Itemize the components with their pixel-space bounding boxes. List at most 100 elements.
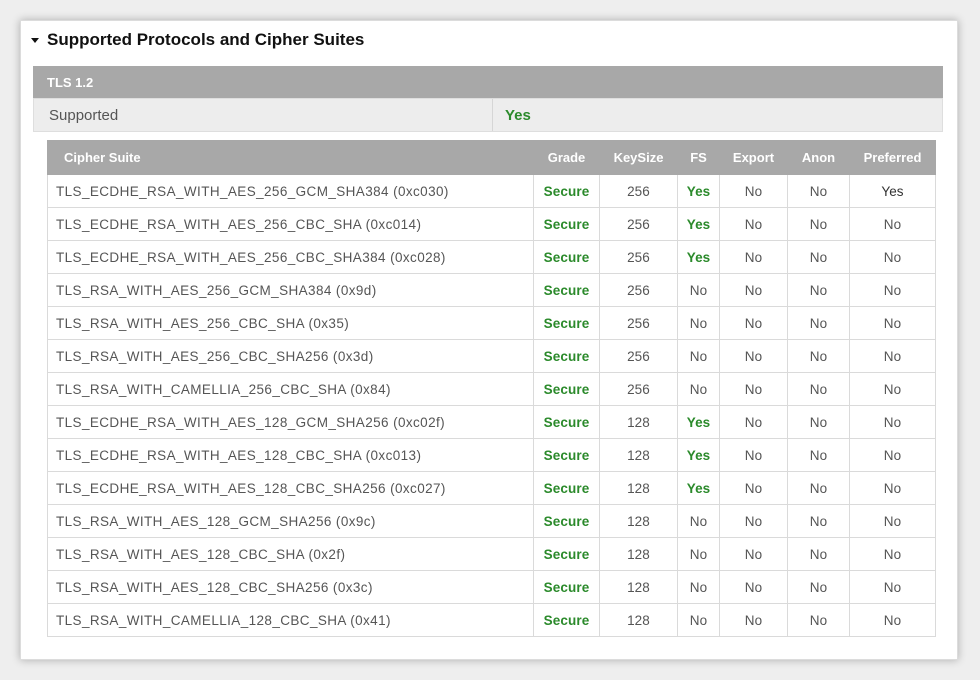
fs-cell: Yes bbox=[677, 174, 720, 208]
table-row: TLS_ECDHE_RSA_WITH_AES_128_GCM_SHA256 (0… bbox=[47, 405, 936, 439]
fs-cell: No bbox=[677, 570, 720, 604]
fs-cell: Yes bbox=[677, 438, 720, 472]
section-title: Supported Protocols and Cipher Suites bbox=[47, 30, 365, 49]
section-toggle[interactable]: Supported Protocols and Cipher Suites bbox=[31, 28, 364, 52]
grade-cell: Secure bbox=[533, 174, 600, 208]
table-row: TLS_RSA_WITH_AES_128_GCM_SHA256 (0x9c) Se… bbox=[47, 504, 936, 538]
preferred-cell: No bbox=[849, 405, 936, 439]
anon-cell: No bbox=[787, 372, 850, 406]
cipher-suite-cell: TLS_RSA_WITH_AES_256_CBC_SHA256 (0x3d) bbox=[47, 339, 534, 373]
table-row: TLS_ECDHE_RSA_WITH_AES_128_CBC_SHA256 (0… bbox=[47, 471, 936, 505]
header-preferred: Preferred bbox=[849, 140, 936, 175]
table-row: TLS_RSA_WITH_CAMELLIA_256_CBC_SHA (0x84)… bbox=[47, 372, 936, 406]
header-fs: FS bbox=[677, 140, 720, 175]
cipher-suite-cell: TLS_RSA_WITH_CAMELLIA_256_CBC_SHA (0x84) bbox=[47, 372, 534, 406]
anon-cell: No bbox=[787, 438, 850, 472]
cipher-suites-table: Cipher Suite Grade KeySize FS Export Ano… bbox=[47, 140, 936, 637]
export-cell: No bbox=[719, 471, 788, 505]
caret-down-icon[interactable] bbox=[31, 38, 39, 43]
cipher-suite-cell: TLS_RSA_WITH_AES_128_CBC_SHA256 (0x3c) bbox=[47, 570, 534, 604]
cipher-suite-cell: TLS_RSA_WITH_AES_128_GCM_SHA256 (0x9c) bbox=[47, 504, 534, 538]
export-cell: No bbox=[719, 504, 788, 538]
table-row: TLS_ECDHE_RSA_WITH_AES_256_CBC_SHA (0xc0… bbox=[47, 207, 936, 241]
fs-cell: No bbox=[677, 603, 720, 637]
keysize-cell: 256 bbox=[599, 174, 678, 208]
anon-cell: No bbox=[787, 240, 850, 274]
keysize-cell: 128 bbox=[599, 438, 678, 472]
export-cell: No bbox=[719, 603, 788, 637]
fs-cell: No bbox=[677, 372, 720, 406]
export-cell: No bbox=[719, 537, 788, 571]
export-cell: No bbox=[719, 306, 788, 340]
preferred-cell: No bbox=[849, 207, 936, 241]
header-keysize: KeySize bbox=[599, 140, 678, 175]
anon-cell: No bbox=[787, 174, 850, 208]
preferred-cell: No bbox=[849, 603, 936, 637]
anon-cell: No bbox=[787, 306, 850, 340]
header-export: Export bbox=[719, 140, 788, 175]
fs-cell: No bbox=[677, 339, 720, 373]
keysize-cell: 256 bbox=[599, 372, 678, 406]
cipher-suite-cell: TLS_ECDHE_RSA_WITH_AES_128_GCM_SHA256 (0… bbox=[47, 405, 534, 439]
table-header-row: Cipher Suite Grade KeySize FS Export Ano… bbox=[47, 140, 936, 175]
cipher-suite-cell: TLS_RSA_WITH_AES_128_CBC_SHA (0x2f) bbox=[47, 537, 534, 571]
supported-value: Yes bbox=[505, 106, 531, 124]
fs-cell: Yes bbox=[677, 471, 720, 505]
fs-cell: No bbox=[677, 273, 720, 307]
cipher-suite-cell: TLS_ECDHE_RSA_WITH_AES_256_CBC_SHA (0xc0… bbox=[47, 207, 534, 241]
table-row: TLS_RSA_WITH_AES_256_CBC_SHA (0x35) Secur… bbox=[47, 306, 936, 340]
fs-cell: No bbox=[677, 306, 720, 340]
table-row: TLS_RSA_WITH_AES_128_CBC_SHA (0x2f) Secur… bbox=[47, 537, 936, 571]
grade-cell: Secure bbox=[533, 339, 600, 373]
protocols-panel: Supported Protocols and Cipher Suites TL… bbox=[20, 20, 958, 660]
anon-cell: No bbox=[787, 570, 850, 604]
table-row: TLS_RSA_WITH_AES_256_CBC_SHA256 (0x3d) Se… bbox=[47, 339, 936, 373]
anon-cell: No bbox=[787, 339, 850, 373]
cipher-suite-cell: TLS_ECDHE_RSA_WITH_AES_128_CBC_SHA (0xc0… bbox=[47, 438, 534, 472]
export-cell: No bbox=[719, 273, 788, 307]
cipher-suite-cell: TLS_RSA_WITH_AES_256_CBC_SHA (0x35) bbox=[47, 306, 534, 340]
export-cell: No bbox=[719, 372, 788, 406]
grade-cell: Secure bbox=[533, 603, 600, 637]
table-row: TLS_ECDHE_RSA_WITH_AES_256_CBC_SHA384 (0… bbox=[47, 240, 936, 274]
export-cell: No bbox=[719, 174, 788, 208]
table-row: TLS_RSA_WITH_AES_128_CBC_SHA256 (0x3c) Se… bbox=[47, 570, 936, 604]
grade-cell: Secure bbox=[533, 372, 600, 406]
fs-cell: No bbox=[677, 504, 720, 538]
table-row: TLS_RSA_WITH_AES_256_GCM_SHA384 (0x9d) Se… bbox=[47, 273, 936, 307]
fs-cell: Yes bbox=[677, 207, 720, 241]
keysize-cell: 128 bbox=[599, 603, 678, 637]
grade-cell: Secure bbox=[533, 240, 600, 274]
export-cell: No bbox=[719, 438, 788, 472]
table-row: TLS_ECDHE_RSA_WITH_AES_256_GCM_SHA384 (0… bbox=[47, 174, 936, 208]
export-cell: No bbox=[719, 207, 788, 241]
fs-cell: Yes bbox=[677, 405, 720, 439]
keysize-cell: 128 bbox=[599, 471, 678, 505]
protocol-header: TLS 1.2 bbox=[33, 66, 943, 98]
grade-cell: Secure bbox=[533, 504, 600, 538]
anon-cell: No bbox=[787, 504, 850, 538]
preferred-cell: No bbox=[849, 339, 936, 373]
anon-cell: No bbox=[787, 273, 850, 307]
grade-cell: Secure bbox=[533, 273, 600, 307]
keysize-cell: 256 bbox=[599, 339, 678, 373]
preferred-cell: Yes bbox=[849, 174, 936, 208]
preferred-cell: No bbox=[849, 537, 936, 571]
anon-cell: No bbox=[787, 537, 850, 571]
preferred-cell: No bbox=[849, 240, 936, 274]
export-cell: No bbox=[719, 405, 788, 439]
keysize-cell: 128 bbox=[599, 504, 678, 538]
anon-cell: No bbox=[787, 207, 850, 241]
grade-cell: Secure bbox=[533, 405, 600, 439]
header-grade: Grade bbox=[533, 140, 600, 175]
grade-cell: Secure bbox=[533, 438, 600, 472]
export-cell: No bbox=[719, 339, 788, 373]
fs-cell: No bbox=[677, 537, 720, 571]
cipher-suite-cell: TLS_ECDHE_RSA_WITH_AES_256_GCM_SHA384 (0… bbox=[47, 174, 534, 208]
protocol-name: TLS 1.2 bbox=[47, 74, 94, 90]
keysize-cell: 128 bbox=[599, 570, 678, 604]
keysize-cell: 256 bbox=[599, 273, 678, 307]
keysize-cell: 256 bbox=[599, 240, 678, 274]
supported-label: Supported bbox=[49, 106, 119, 124]
anon-cell: No bbox=[787, 405, 850, 439]
